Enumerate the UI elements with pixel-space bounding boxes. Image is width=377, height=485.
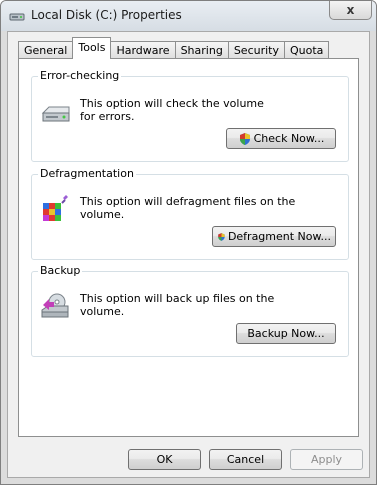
tab-quota[interactable]: Quota [283,41,330,59]
uac-shield-icon [218,232,225,241]
hard-drive-icon [41,106,70,122]
drive-icon [9,13,25,21]
window-title: Local Disk (C:) Properties [31,8,182,22]
error-checking-label: Error-checking [38,69,122,82]
apply-label: Apply [310,453,343,466]
defragment-now-button[interactable]: Defragment Now... [212,226,336,247]
backup-label: Backup [38,264,83,277]
defragment-now-label: Defragment Now... [227,230,331,243]
cancel-label: Cancel [226,453,265,466]
tab-tools[interactable]: Tools [72,37,112,59]
tab-security[interactable]: Security [227,41,285,59]
backup-icon [41,293,69,318]
check-now-label: Check Now... [253,132,325,145]
cancel-button[interactable]: Cancel [209,449,282,470]
uac-shield-icon [239,132,250,145]
backup-description: This option will back up files on the vo… [80,292,275,318]
tools-tab-panel: Error-checking This option will check th… [18,58,359,437]
backup-group: Backup This option will back up files on… [31,264,349,357]
backup-now-button[interactable]: Backup Now... [236,323,336,344]
tab-hardware[interactable]: Hardware [110,41,176,59]
tab-sharing[interactable]: Sharing [174,41,229,59]
tab-strip: General Tools Hardware Sharing Security … [18,37,330,59]
close-icon: x [346,3,355,17]
ok-label: OK [156,453,173,466]
error-checking-group: Error-checking This option will check th… [31,69,349,162]
close-button[interactable]: x [329,1,372,20]
title-bar[interactable]: Local Disk (C:) Properties x [1,1,376,31]
defragmentation-description: This option will defragment files on the… [80,195,296,221]
backup-now-label: Backup Now... [247,327,325,340]
dialog-client-area: General Tools Hardware Sharing Security … [7,31,370,478]
defragmentation-label: Defragmentation [38,167,136,180]
defragmentation-group: Defragmentation This option will defragm… [31,167,349,260]
apply-button[interactable]: Apply [290,449,363,470]
defrag-icon [43,195,68,221]
check-now-button[interactable]: Check Now... [226,128,336,149]
properties-dialog: Local Disk (C:) Properties x General Too… [0,0,377,485]
tab-general[interactable]: General [18,41,74,59]
ok-button[interactable]: OK [128,449,201,470]
error-checking-description: This option will check the volume for er… [80,97,264,123]
